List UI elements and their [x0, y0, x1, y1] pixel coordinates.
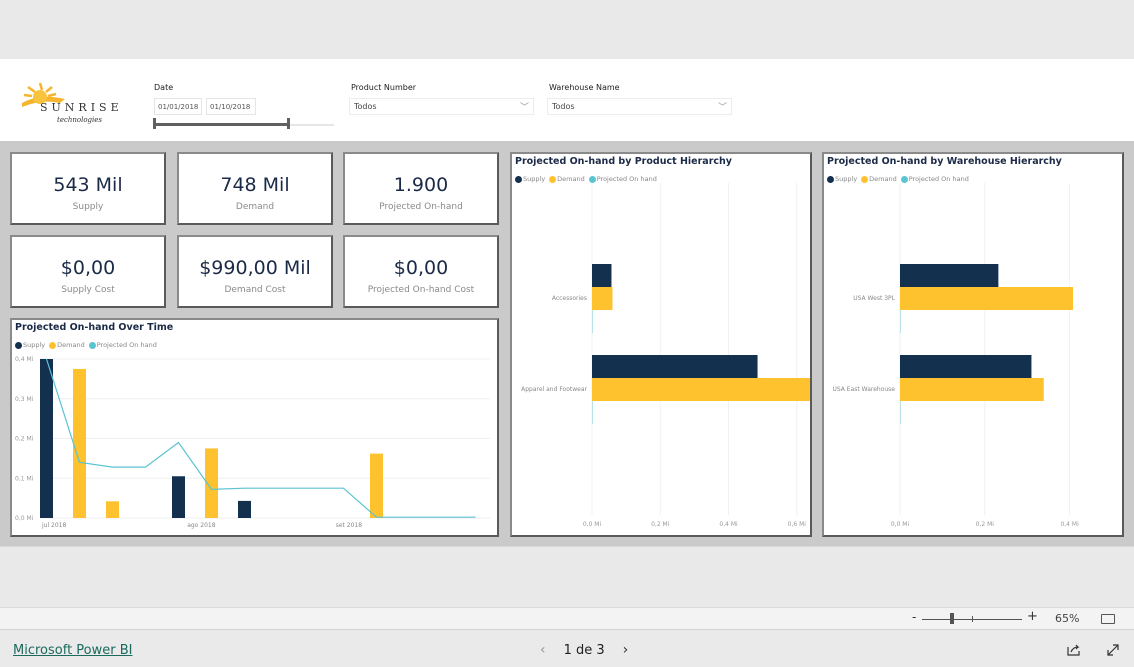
page-navigator: ‹ 1 de 3 ›	[540, 642, 628, 658]
zoom-level: 65%	[1055, 612, 1080, 625]
x-tick-label: 0,6 Mi	[788, 521, 807, 528]
product-dropdown-value: Todos	[354, 102, 377, 111]
bar-supply	[172, 476, 185, 518]
sunrise-logo: SUNRISE technologies	[20, 82, 125, 130]
chevron-down-icon: ﹀	[717, 103, 727, 113]
bar-demand	[106, 501, 119, 518]
page-indicator: 1 de 3	[563, 642, 605, 658]
bar-supply	[592, 264, 612, 287]
category-label: USA East Warehouse	[832, 386, 895, 393]
time-chart-svg: 0,0 Mi 0,1 Mi 0,2 Mi 0,3 Mi 0,4 Mi jul 2018 ag…	[15, 356, 490, 529]
kpi-label: Demand Cost	[224, 285, 286, 295]
kpi-card-demand[interactable]: 748 Mil Demand	[177, 152, 333, 225]
bar-supply	[238, 500, 251, 518]
bar-demand	[592, 287, 613, 310]
x-tick-label: 0,4 Mi	[719, 521, 738, 528]
bar-demand	[592, 378, 810, 401]
bar-projected-on-hand	[900, 401, 901, 424]
x-tick-label: 0,4 Mi	[1060, 521, 1079, 528]
logo-sub: technologies	[57, 116, 103, 124]
canvas-background	[0, 546, 1134, 607]
date-range-fill	[154, 123, 289, 126]
y-tick-label: 0,0 Mi	[15, 515, 34, 522]
kpi-label: Supply Cost	[61, 285, 115, 295]
kpi-value: 543 Mil	[53, 174, 123, 196]
fullscreen-icon[interactable]	[1106, 643, 1120, 657]
date-slicer-label: Date	[154, 83, 174, 92]
kpi-value: 1.900	[393, 174, 449, 196]
x-tick-label: 0,0 Mi	[583, 521, 602, 528]
x-tick-label: 0,0 Mi	[891, 521, 910, 528]
zoom-slider-handle[interactable]	[950, 613, 954, 624]
date-start-input[interactable]: 01/01/2018	[154, 98, 202, 115]
bar-supply	[40, 359, 53, 518]
bar-demand	[900, 287, 1073, 310]
date-range-start-handle[interactable]	[153, 118, 156, 129]
x-tick-label: 0,2 Mi	[651, 521, 670, 528]
x-tick-label: 0,2 Mi	[976, 521, 995, 528]
fit-to-page-icon[interactable]	[1101, 614, 1115, 624]
y-tick-label: 0,3 Mi	[15, 396, 34, 403]
next-page-button[interactable]: ›	[623, 642, 629, 658]
top-bar	[0, 0, 1134, 59]
category-label: USA West 3PL	[853, 295, 895, 302]
bar-supply	[900, 355, 1032, 378]
x-tick-label: ago 2018	[187, 522, 216, 529]
x-tick-label: jul 2018	[41, 522, 66, 529]
kpi-card-supply[interactable]: 543 Mil Supply	[10, 152, 166, 225]
warehouse-name-dropdown[interactable]: Todos ﹀	[547, 98, 732, 115]
chart-product-hierarchy[interactable]: Projected On-hand by Product Hierarchy S…	[510, 152, 812, 537]
product-chart-svg: 0,0 Mi 0,2 Mi 0,4 Mi 0,6 Mi Accessories Appar…	[521, 183, 810, 528]
zoom-out-button[interactable]: -	[912, 610, 916, 624]
x-tick-label: set 2018	[336, 522, 363, 529]
powerbi-link[interactable]: Microsoft Power BI	[13, 643, 132, 658]
y-tick-label: 0,2 Mi	[15, 436, 34, 443]
bar-demand	[900, 378, 1044, 401]
kpi-card-projected-onhand-cost[interactable]: $0,00 Projected On-hand Cost	[343, 235, 499, 308]
y-tick-label: 0,1 Mi	[15, 475, 34, 482]
kpi-value: 748 Mil	[220, 174, 290, 196]
kpi-card-supply-cost[interactable]: $0,00 Supply Cost	[10, 235, 166, 308]
product-number-dropdown[interactable]: Todos ﹀	[349, 98, 534, 115]
share-icon[interactable]	[1066, 643, 1082, 657]
footer: Microsoft Power BI ‹ 1 de 3 ›	[0, 631, 1134, 667]
category-label: Apparel and Footwear	[521, 386, 587, 393]
report-header: SUNRISE technologies Date 01/01/2018 01/…	[0, 59, 1134, 141]
zoom-bar: - + 65%	[0, 607, 1134, 630]
y-tick-label: 0,4 Mi	[15, 356, 34, 363]
kpi-label: Projected On-hand Cost	[367, 285, 475, 295]
chart-warehouse-hierarchy[interactable]: Projected On-hand by Warehouse Hierarchy…	[822, 152, 1124, 537]
zoom-slider-tick	[972, 616, 973, 622]
zoom-in-button[interactable]: +	[1027, 609, 1038, 624]
bar-projected-on-hand	[592, 310, 593, 333]
report-canvas: 543 Mil Supply 748 Mil Demand 1.900 Proj…	[0, 141, 1134, 546]
warehouse-dropdown-value: Todos	[552, 102, 575, 111]
kpi-card-demand-cost[interactable]: $990,00 Mil Demand Cost	[177, 235, 333, 308]
product-slicer-label: Product Number	[351, 83, 417, 92]
chevron-down-icon: ﹀	[519, 103, 529, 113]
date-range-end-handle[interactable]	[287, 118, 290, 129]
prev-page-button[interactable]: ‹	[540, 642, 546, 658]
kpi-label: Demand	[235, 202, 275, 212]
bar-demand	[370, 453, 383, 518]
warehouse-slicer-label: Warehouse Name	[549, 83, 620, 92]
bar-projected-on-hand	[900, 310, 901, 333]
bar-demand	[73, 368, 86, 518]
kpi-label: Projected On-hand	[379, 202, 463, 212]
kpi-value: $990,00 Mil	[199, 257, 311, 279]
chart-onhand-over-time[interactable]: Projected On-hand Over Time Supply Deman…	[10, 318, 499, 537]
bar-projected-on-hand	[592, 401, 593, 424]
kpi-value: $0,00	[393, 257, 449, 279]
kpi-value: $0,00	[60, 257, 116, 279]
logo-brand: SUNRISE	[40, 101, 123, 114]
kpi-card-projected-onhand[interactable]: 1.900 Projected On-hand	[343, 152, 499, 225]
bar-supply	[900, 264, 999, 287]
category-label: Accessories	[552, 295, 587, 302]
kpi-label: Supply	[72, 202, 104, 212]
warehouse-chart-svg: 0,0 Mi 0,2 Mi 0,4 Mi USA West 3PL USA East W…	[832, 183, 1079, 528]
bar-supply	[592, 355, 758, 378]
date-end-input[interactable]: 01/10/2018	[206, 98, 256, 115]
